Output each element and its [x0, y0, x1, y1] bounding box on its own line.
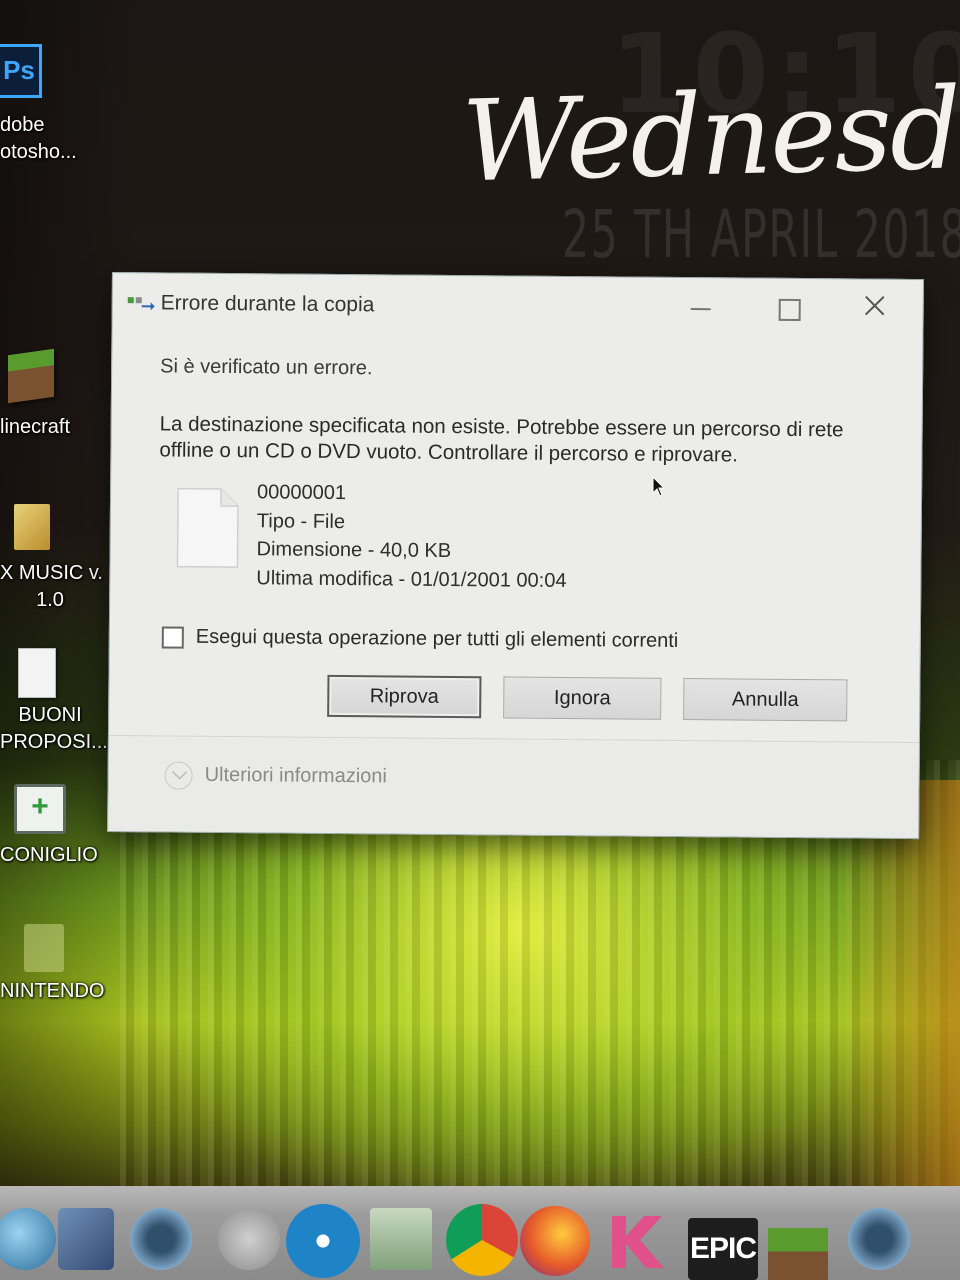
- error-message: La destinazione specificata non esiste. …: [159, 412, 844, 467]
- desktop-icon-label: CONIGLIO: [0, 844, 98, 866]
- taskbar-firefox-icon[interactable]: [520, 1206, 590, 1276]
- taskbar-virtualbox-icon[interactable]: [58, 1208, 114, 1270]
- more-info-toggle[interactable]: [164, 761, 193, 790]
- file-copy-icon: [127, 297, 155, 311]
- chevron-down-icon: [172, 771, 188, 780]
- apply-to-all-option[interactable]: Esegui questa operazione per tutti gli e…: [161, 625, 679, 653]
- dialog-titlebar[interactable]: Errore durante la copia: [113, 273, 923, 336]
- dialog-footer: [108, 736, 919, 839]
- nintendo-file-icon: [24, 924, 64, 972]
- ignore-button[interactable]: Ignora: [503, 676, 662, 720]
- copy-error-dialog: Errore durante la copia Si è verificato …: [107, 272, 924, 840]
- photoshop-icon: Ps: [0, 44, 42, 98]
- file-name: 00000001: [256, 481, 347, 505]
- taskbar-minecraft-icon[interactable]: [768, 1228, 828, 1280]
- desktop-icon-label: NINTENDO: [0, 980, 105, 1002]
- taskbar-settings-icon[interactable]: [218, 1208, 280, 1270]
- desktop-icon-label: 1.0: [36, 589, 64, 611]
- music-folder-icon: [14, 504, 50, 550]
- desktop-icon-label: PROPOSI...: [0, 731, 108, 753]
- taskbar-k-icon[interactable]: [608, 1208, 668, 1270]
- taskbar-media-icon[interactable]: [286, 1204, 360, 1278]
- taskbar-app-icon[interactable]: [848, 1208, 910, 1270]
- dialog-title: Errore durante la copia: [160, 291, 375, 317]
- minecraft-block-icon: [8, 348, 54, 404]
- desktop-icon-label: X MUSIC v.: [0, 562, 103, 584]
- cancel-button[interactable]: Annulla: [683, 678, 848, 722]
- app-plus-icon: +: [14, 784, 66, 834]
- file-details: 00000001 Tipo - File Dimensione - 40,0 K…: [256, 478, 567, 595]
- taskbar-app-icon[interactable]: [130, 1208, 192, 1270]
- apply-to-all-checkbox[interactable]: [161, 625, 184, 649]
- close-icon: [864, 295, 885, 316]
- taskbar-epic-icon[interactable]: EPIC: [688, 1218, 758, 1280]
- file-type: Tipo - File: [256, 509, 346, 533]
- wallpaper-glow: [840, 780, 960, 1200]
- retry-button[interactable]: Riprova: [327, 674, 482, 719]
- maximize-button[interactable]: [767, 289, 813, 327]
- minimize-button[interactable]: [679, 288, 725, 326]
- mouse-pointer-icon: [652, 476, 666, 497]
- error-header: Si è verificato un errore.: [160, 355, 373, 380]
- generic-file-icon: [176, 487, 239, 568]
- desktop-icon-label: linecraft: [0, 416, 71, 438]
- desktop-icon-label: BUONI: [18, 704, 82, 726]
- more-info-link[interactable]: Ulteriori informazioni: [205, 764, 387, 789]
- widget-day: Wednesda: [460, 62, 960, 208]
- taskbar-folder-icon[interactable]: [370, 1208, 432, 1270]
- apply-to-all-label: Esegui questa operazione per tutti gli e…: [195, 625, 679, 652]
- close-button[interactable]: [853, 289, 899, 327]
- document-icon: [18, 648, 56, 698]
- taskbar-chrome-icon[interactable]: [446, 1204, 518, 1276]
- widget-date: 25 TH APRIL 2018: [562, 196, 960, 273]
- file-size: Dimensione - 40,0 KB: [256, 538, 452, 562]
- file-modified: Ultima modifica - 01/01/2001 00:04: [256, 566, 567, 592]
- desktop-icon-label: otosho...: [0, 141, 77, 163]
- desktop-icon-label: dobe: [0, 114, 45, 136]
